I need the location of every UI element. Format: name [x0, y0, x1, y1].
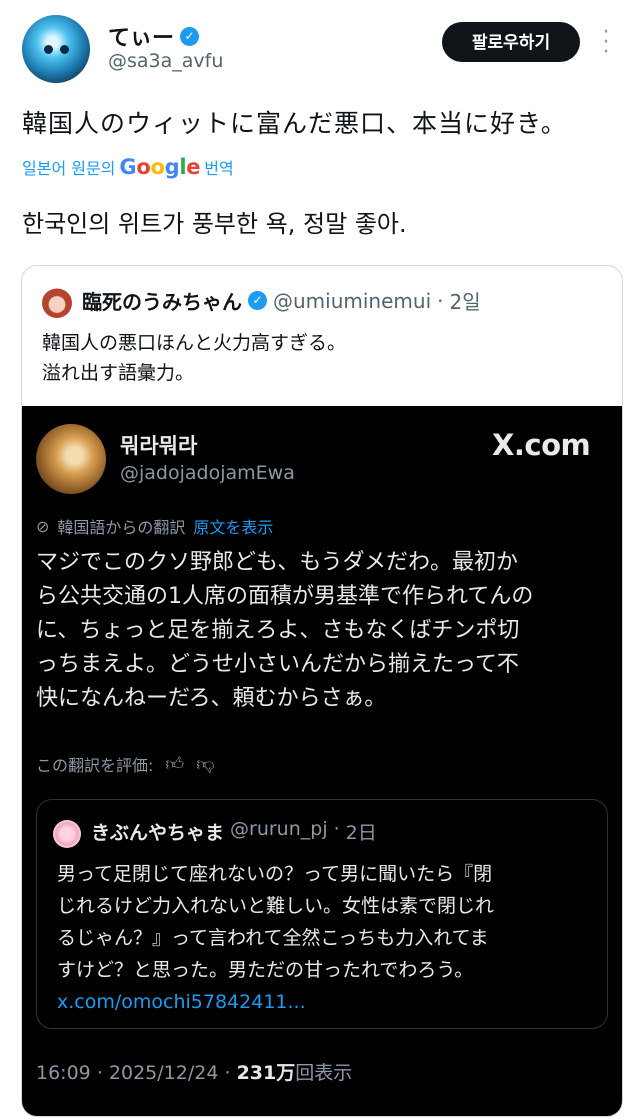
quote-tweet-card[interactable]: 臨死のうみちゃん ✓ @umiuminemui · 2일 韓国人の悪口ほんと火力… — [21, 265, 623, 1117]
nested-author-handle: @rurun_pj — [230, 818, 328, 840]
nested-quote-card: きぶんやちゃま @rurun_pj · 2日 男って足閉じて座れないの？って男に… — [36, 799, 608, 1029]
author-avatar[interactable] — [22, 15, 90, 83]
verified-badge-icon: ✓ — [248, 291, 267, 310]
embedded-author-handle: @jadojadojamEwa — [120, 462, 295, 484]
rate-translation-label: この翻訳を評価: — [36, 756, 154, 775]
quote-header: 臨死のうみちゃん ✓ @umiuminemui · 2일 — [82, 286, 481, 315]
quote-time[interactable]: 2일 — [449, 286, 480, 315]
separator-dot: · — [96, 1062, 103, 1084]
embedded-tweet-text: マジでこのクソ野郎ども、もうダメだわ。最初か ら公共交通の1人席の面積が男基準で… — [36, 550, 534, 711]
translated-from-label: 韓国語からの翻訳 — [57, 518, 186, 537]
nested-link: x.com/omochi57842411... — [57, 991, 306, 1013]
quote-author-name[interactable]: 臨死のうみちゃん — [82, 286, 242, 315]
translate-suffix: 번역 — [204, 159, 234, 178]
author-handle[interactable]: @sa3a_avfu — [108, 50, 223, 72]
post-time: 16:09 — [36, 1062, 91, 1084]
quote-text: 韓国人の悪口ほんと火力高すぎる。 溢れ出す語彙力。 — [42, 332, 347, 384]
view-count: 231万 — [236, 1062, 296, 1084]
nested-author-avatar — [53, 820, 81, 848]
translate-prefix: 일본어 원문의 — [22, 159, 116, 178]
separator-dot: · — [437, 288, 444, 313]
view-count-label: 回表示 — [295, 1062, 353, 1084]
nested-time: 2日 — [345, 822, 377, 844]
embedded-screenshot[interactable]: 뭐라뭐라 @jadojadojamEwa X.com ⊘ 韓国語からの翻訳 原文… — [22, 406, 622, 1116]
translated-text: 한국인의 위트가 풍부한 욕, 정말 좋아. — [22, 210, 407, 238]
x-com-logo: X.com — [492, 428, 591, 462]
quote-author-avatar[interactable] — [42, 288, 72, 318]
tweet-text: 韓国人のウィットに富んだ悪口、本当に好き。 — [22, 109, 567, 138]
embedded-translation-row: ⊘ 韓国語からの翻訳 原文を表示 — [36, 514, 273, 538]
embedded-author-name: 뭐라뭐라 — [120, 434, 198, 458]
nested-author-name: きぶんやちゃま — [91, 822, 225, 844]
thumbs-up-icon: 👍︎ — [165, 754, 185, 775]
globe-icon: ⊘ — [36, 516, 50, 536]
author-name-row[interactable]: てぃー ✓ — [108, 20, 200, 52]
google-logo: Google — [119, 155, 201, 179]
embedded-author-avatar — [36, 424, 106, 494]
quote-author-handle[interactable]: @umiuminemui — [273, 289, 431, 313]
separator-dot: · — [224, 1062, 231, 1084]
author-name[interactable]: てぃー — [108, 20, 174, 52]
nested-tweet-text: 男って足閉じて座れないの？って男に聞いたら『閉 じれるけど力入れないと難しい。女… — [57, 858, 597, 1018]
embedded-footer-meta: 16:09 · 2025/12/24 · 231万回表示 — [36, 1058, 352, 1085]
verified-badge-icon: ✓ — [180, 26, 200, 46]
more-vertical-icon[interactable]: · · · — [600, 22, 612, 64]
follow-button[interactable]: 팔로우하기 — [442, 22, 580, 62]
separator-dot: · — [333, 818, 340, 840]
translate-attribution[interactable]: 일본어 원문의 Google 번역 — [22, 155, 234, 179]
rate-translation-row: この翻訳を評価: 👍︎ 👎︎ — [36, 752, 215, 776]
show-original-link: 原文を表示 — [193, 518, 274, 537]
nested-header: きぶんやちゃま @rurun_pj · 2日 — [91, 818, 377, 845]
thumbs-down-icon: 👎︎ — [196, 754, 215, 775]
post-date: 2025/12/24 — [108, 1062, 219, 1084]
